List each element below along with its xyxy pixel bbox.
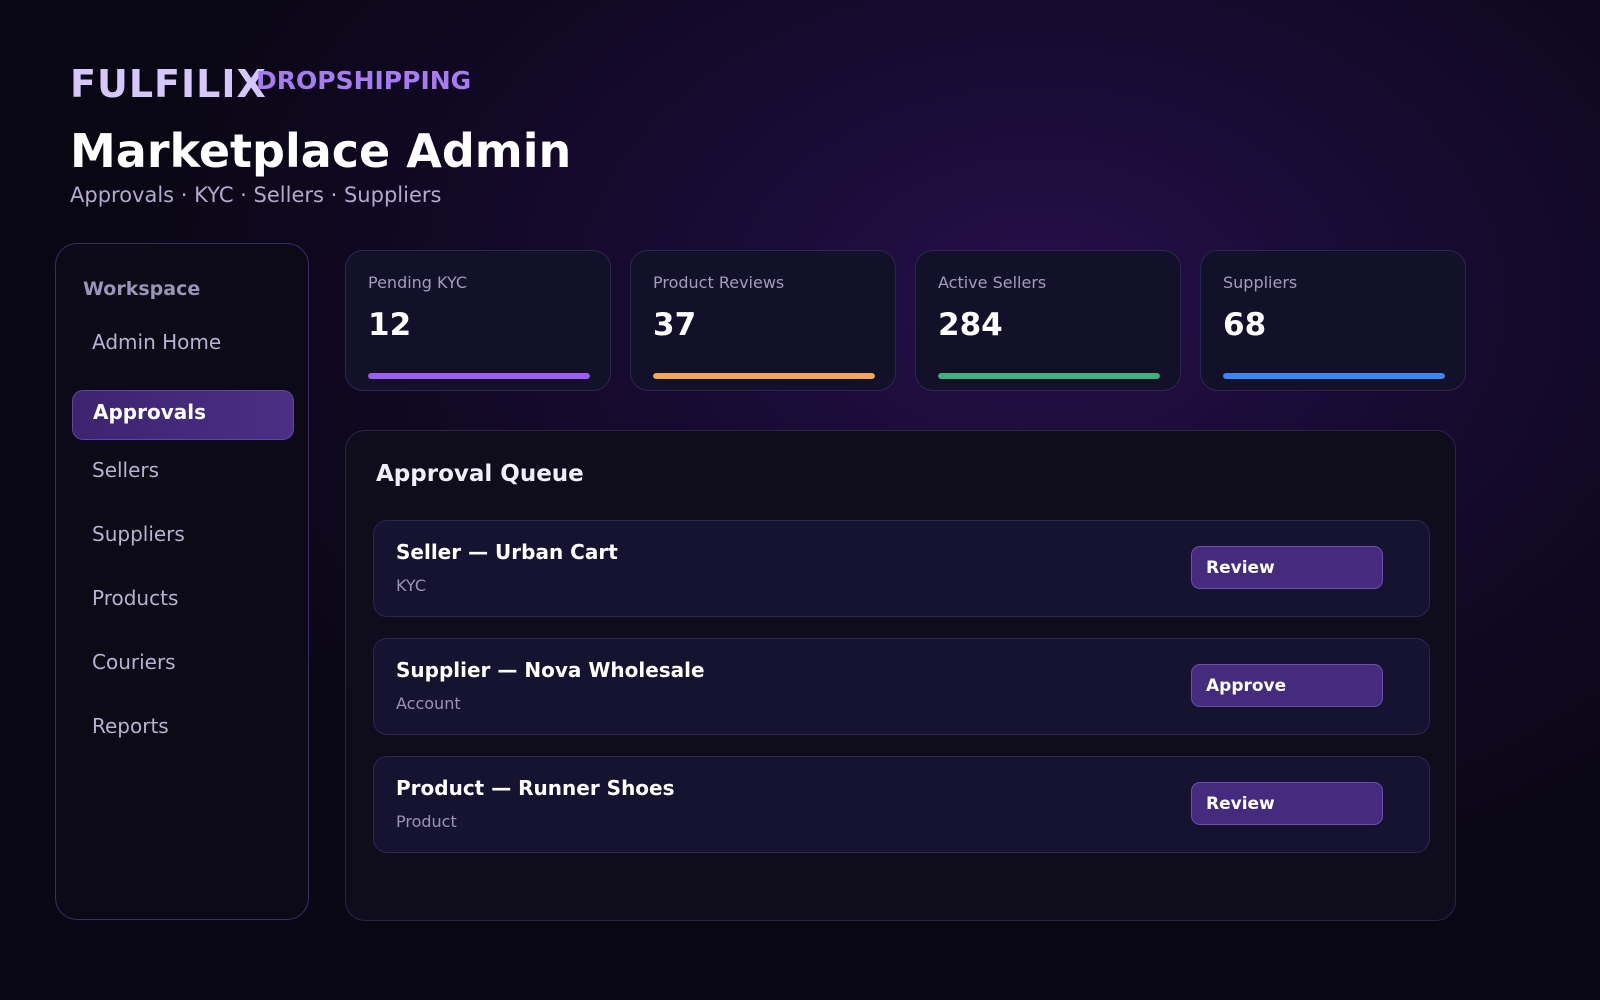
stat-value: 12 (368, 307, 412, 343)
stat-card-product-reviews: Product Reviews 37 (630, 250, 896, 391)
sidebar-item-label: Reports (92, 714, 169, 738)
stat-bar-fill (938, 373, 1160, 379)
approve-button[interactable]: Approve (1191, 664, 1383, 707)
sidebar-item-label: Approvals (93, 400, 207, 424)
queue-item-tag: Product (396, 812, 457, 831)
button-label: Review (1206, 794, 1275, 814)
sidebar-item-reports[interactable]: Reports (72, 700, 294, 750)
stat-bar-fill (368, 373, 590, 379)
sidebar-item-sellers[interactable]: Sellers (72, 444, 294, 494)
sidebar-item-label: Couriers (92, 650, 176, 674)
stat-bar-fill (1223, 373, 1445, 379)
queue-item-tag: KYC (396, 576, 426, 595)
queue-item-title: Seller — Urban Cart (396, 540, 618, 564)
stat-card-pending-kyc: Pending KYC 12 (345, 250, 611, 391)
sidebar-item-approvals[interactable]: Approvals (72, 390, 294, 440)
sidebar-item-suppliers[interactable]: Suppliers (72, 508, 294, 558)
review-button[interactable]: Review (1191, 782, 1383, 825)
stat-bar (938, 373, 1160, 379)
stat-label: Product Reviews (653, 273, 785, 292)
stat-label: Active Sellers (938, 273, 1047, 292)
button-label: Review (1206, 558, 1275, 578)
queue-item: Seller — Urban Cart KYC Review (373, 520, 1430, 617)
queue-item-title: Supplier — Nova Wholesale (396, 658, 705, 682)
sidebar-item-products[interactable]: Products (72, 572, 294, 622)
queue-item-tag: Account (396, 694, 461, 713)
sidebar-item-label: Products (92, 586, 179, 610)
stat-value: 68 (1223, 307, 1267, 343)
queue-item-title: Product — Runner Shoes (396, 776, 675, 800)
stat-label: Suppliers (1223, 273, 1298, 292)
stat-label: Pending KYC (368, 273, 468, 292)
stat-bar (368, 373, 590, 379)
sidebar-item-admin-home[interactable]: Admin Home (72, 316, 294, 366)
sidebar-item-label: Suppliers (92, 522, 185, 546)
stat-card-active-sellers: Active Sellers 284 (915, 250, 1181, 391)
stat-value: 37 (653, 307, 697, 343)
approval-queue: Approval Queue Seller — Urban Cart KYC R… (345, 430, 1456, 921)
sidebar-item-label: Admin Home (92, 330, 222, 354)
sidebar-heading: Workspace (83, 278, 201, 300)
stat-value: 284 (938, 307, 1003, 343)
queue-item: Supplier — Nova Wholesale Account Approv… (373, 638, 1430, 735)
stat-bar-fill (653, 373, 875, 379)
stat-bar (653, 373, 875, 379)
queue-title: Approval Queue (376, 461, 584, 487)
brand-name: FULFILIX (70, 62, 267, 106)
brand-tagline: DROPSHIPPING (256, 66, 472, 95)
review-button[interactable]: Review (1191, 546, 1383, 589)
page-title: Marketplace Admin (70, 124, 572, 178)
stat-bar (1223, 373, 1445, 379)
page-subtitle: Approvals · KYC · Sellers · Suppliers (70, 183, 442, 207)
sidebar-item-couriers[interactable]: Couriers (72, 636, 294, 686)
queue-item: Product — Runner Shoes Product Review (373, 756, 1430, 853)
sidebar: Workspace Admin Home Approvals Sellers S… (55, 243, 309, 920)
sidebar-item-label: Sellers (92, 458, 160, 482)
button-label: Approve (1206, 676, 1287, 696)
stat-card-suppliers: Suppliers 68 (1200, 250, 1466, 391)
